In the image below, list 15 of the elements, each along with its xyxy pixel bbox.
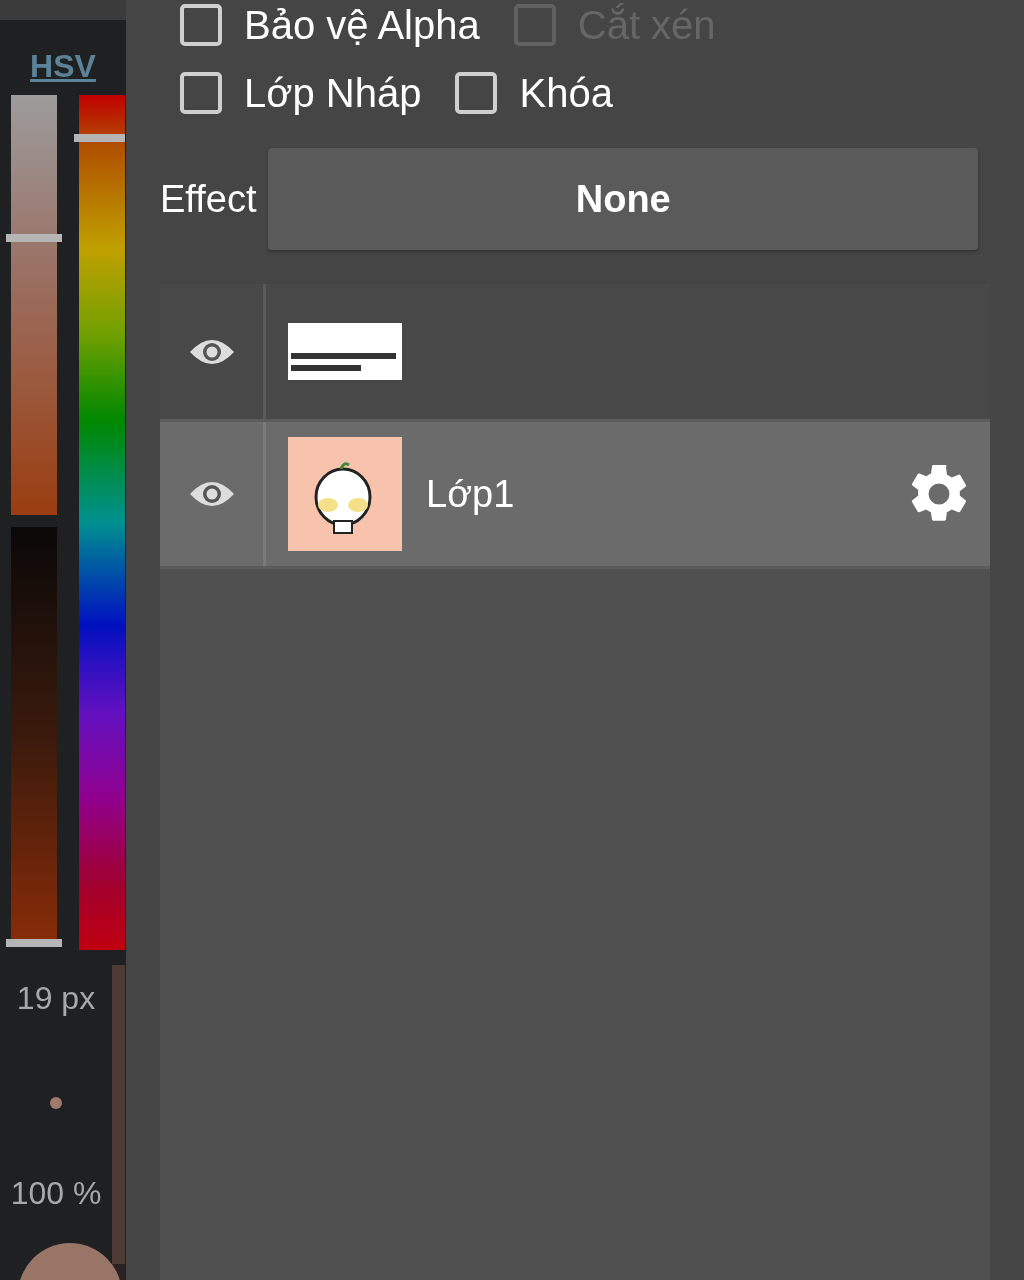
brush-preview-dot [50,1097,62,1109]
layer-row[interactable]: Lớp1 [160,422,990,569]
hsv-tab[interactable]: HSV [30,48,96,85]
option-checkbox[interactable]: Khóa [455,70,613,116]
brush-size-value: 19 px [16,980,97,1017]
effect-label: Effect [160,177,257,221]
option-checkbox[interactable]: Lớp Nháp [180,70,422,116]
effect-dropdown[interactable]: None [268,148,978,250]
slider-thumb[interactable] [6,233,62,242]
settings-icon[interactable] [910,465,968,523]
slider-thumb[interactable] [74,133,125,142]
slider-thumb[interactable] [6,938,62,947]
opacity-value: 100 % [10,1175,103,1212]
layer-name: Lớp1 [426,472,515,516]
option-checkbox[interactable]: Bảo vệ Alpha [180,2,480,48]
